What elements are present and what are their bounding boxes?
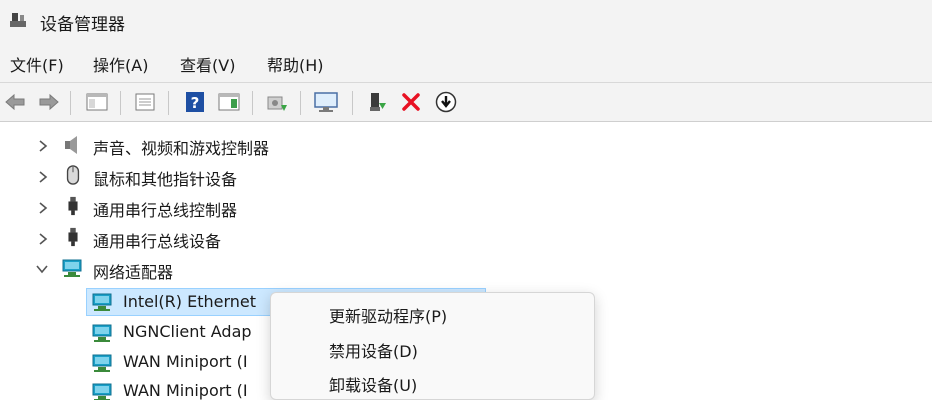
tree-child-label: WAN Miniport (I bbox=[123, 352, 248, 371]
forward-button[interactable] bbox=[36, 89, 62, 115]
toolbar-separator bbox=[70, 91, 71, 115]
help-icon: ? bbox=[186, 92, 204, 112]
tree-child-label: NGNClient Adap bbox=[123, 322, 252, 341]
context-uninstall-device[interactable]: 卸载设备(U) bbox=[329, 372, 417, 396]
back-arrow-icon bbox=[5, 93, 25, 111]
svg-text:?: ? bbox=[191, 94, 200, 112]
chevron-right-icon[interactable] bbox=[36, 170, 50, 184]
tree-item-label: 通用串行总线设备 bbox=[93, 232, 222, 251]
menu-action[interactable]: 操作(A) bbox=[93, 52, 148, 76]
window-title: 设备管理器 bbox=[40, 15, 125, 35]
help-button[interactable]: ? bbox=[182, 89, 208, 115]
download-driver-button[interactable] bbox=[433, 89, 459, 115]
usb-plug-icon bbox=[68, 196, 78, 216]
properties-button[interactable] bbox=[132, 89, 158, 115]
back-button[interactable] bbox=[2, 89, 28, 115]
tree-child-label: Intel(R) Ethernet bbox=[123, 292, 257, 311]
tree-item-label: 声音、视频和游戏控制器 bbox=[93, 139, 270, 158]
console-tree-button[interactable] bbox=[84, 89, 110, 115]
network-adapter-icon bbox=[92, 324, 112, 342]
action-pane-button[interactable] bbox=[216, 89, 242, 115]
forward-arrow-icon bbox=[39, 93, 59, 111]
update-driver-icon bbox=[267, 96, 287, 111]
speaker-icon bbox=[65, 136, 77, 154]
console-tree-icon bbox=[86, 93, 108, 111]
network-adapter-icon bbox=[92, 354, 112, 372]
scan-hardware-button[interactable] bbox=[313, 89, 339, 115]
chevron-right-icon[interactable] bbox=[36, 232, 50, 246]
tree-item-label: 通用串行总线控制器 bbox=[93, 201, 238, 220]
context-menu: 更新驱动程序(P) 禁用设备(D) 卸载设备(U) bbox=[270, 292, 595, 400]
enable-device-button[interactable] bbox=[364, 89, 390, 115]
uninstall-button[interactable] bbox=[398, 89, 424, 115]
menu-file[interactable]: 文件(F) bbox=[10, 52, 64, 76]
toolbar-separator bbox=[120, 91, 121, 115]
toolbar: ? bbox=[0, 82, 932, 122]
menu-bar: 文件(F) 操作(A) 查看(V) 帮助(H) bbox=[0, 40, 932, 82]
enable-device-icon bbox=[370, 93, 386, 111]
download-driver-icon bbox=[435, 91, 457, 113]
tree-child-label: WAN Miniport (I bbox=[123, 381, 248, 400]
menu-view[interactable]: 查看(V) bbox=[180, 52, 235, 76]
network-adapter-icon bbox=[92, 383, 112, 400]
menu-help[interactable]: 帮助(H) bbox=[267, 52, 324, 76]
mouse-icon bbox=[66, 165, 80, 185]
toolbar-separator bbox=[252, 91, 253, 115]
tree-item-label: 网络适配器 bbox=[93, 263, 174, 282]
properties-icon bbox=[135, 93, 155, 111]
tree-item-label: 鼠标和其他指针设备 bbox=[93, 170, 238, 189]
action-pane-icon bbox=[218, 93, 240, 111]
monitor-icon bbox=[314, 92, 338, 112]
network-adapter-icon bbox=[62, 259, 82, 277]
chevron-down-icon[interactable] bbox=[35, 262, 49, 276]
toolbar-separator bbox=[352, 91, 353, 115]
toolbar-separator bbox=[300, 91, 301, 115]
toolbar-separator bbox=[168, 91, 169, 115]
update-driver-button[interactable] bbox=[264, 89, 290, 115]
title-bar: 设备管理器 bbox=[0, 0, 932, 40]
chevron-right-icon[interactable] bbox=[36, 139, 50, 153]
usb-plug-icon bbox=[68, 227, 78, 247]
context-update-driver[interactable]: 更新驱动程序(P) bbox=[329, 303, 447, 327]
device-manager-icon bbox=[10, 13, 26, 27]
context-disable-device[interactable]: 禁用设备(D) bbox=[329, 338, 418, 362]
network-adapter-icon bbox=[92, 293, 112, 311]
uninstall-x-icon bbox=[402, 93, 420, 111]
chevron-right-icon[interactable] bbox=[36, 201, 50, 215]
